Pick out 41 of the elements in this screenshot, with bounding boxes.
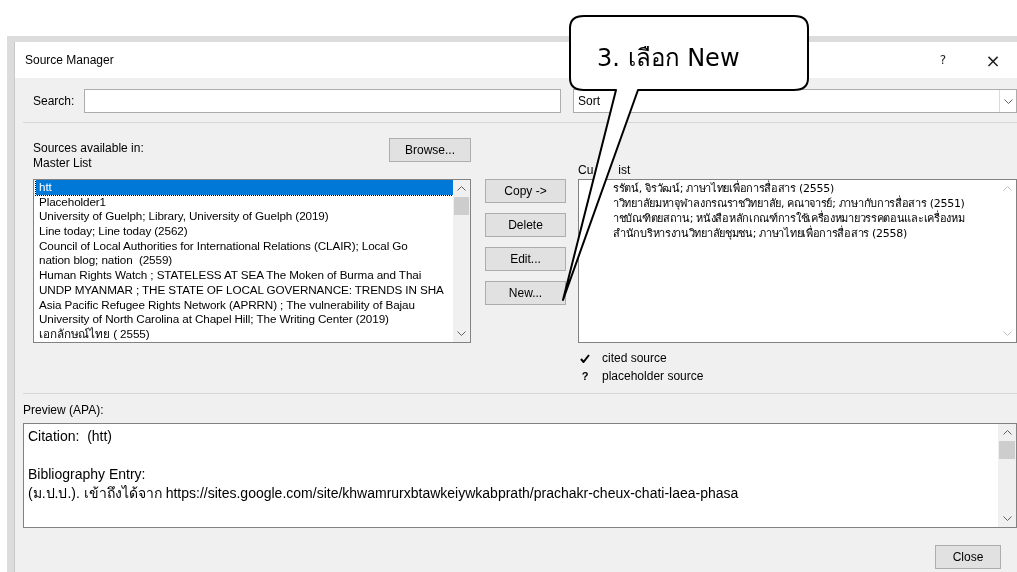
close-button[interactable]: × — [975, 46, 1011, 74]
check-icon — [580, 353, 590, 363]
search-label: Search: — [33, 94, 76, 108]
bibliography-heading: Bibliography Entry: — [28, 465, 147, 484]
callout-text: 3. เลือก New — [597, 43, 740, 74]
list-item[interactable]: Placeholder1 — [36, 194, 453, 210]
list-item[interactable]: เอกลักษณ์ไทย ( 2555) — [36, 326, 453, 342]
close-dialog-button[interactable]: Close — [935, 545, 1001, 569]
list-item[interactable]: Line today; Line today (2562) — [36, 224, 453, 239]
list-item[interactable]: Council of Local Authorities for International Relations (CLAIR); Local Go — [36, 238, 453, 254]
legend-label: placeholder source — [602, 369, 704, 383]
preview-label: Preview (APA): — [23, 403, 105, 417]
list-item[interactable]: Human Rights Watch ; STATELESS AT SEA The Moken of Burma and Thai — [36, 268, 453, 283]
list-item[interactable]: nation blog; nation (2559) — [36, 253, 453, 269]
window-title: Source Manager — [25, 53, 114, 67]
list-label: ist — [618, 163, 631, 177]
list-label: Cu — [578, 163, 594, 177]
bibliography-text: (ม.ป.ป.). เข้าถึงได้จาก https://sites.google.com/site/khwamrurxbtawkeiywkabprath/prachakr-cheux-chati-laea-phasa — [28, 484, 740, 503]
scroll-thumb[interactable] — [454, 197, 469, 215]
action-button[interactable]: Delete — [485, 213, 566, 237]
sources-label: Sources available in: — [33, 141, 144, 155]
help-button[interactable]: ? — [925, 46, 961, 74]
action-button[interactable]: Copy -> — [485, 179, 566, 203]
list-item[interactable]: UNDP MYANMAR ; THE STATE OF LOCAL GOVERNANCE: TRENDS IN SHA — [36, 282, 453, 298]
action-button[interactable]: New... — [485, 281, 566, 305]
list-item[interactable]: University of Guelph; Library, University of Guelph (2019) — [36, 209, 453, 225]
list-item[interactable]: สำนักบริหารงานวิทยาลัยชุมชน; ภาษาไทยเพื่อการสื่อสาร (2558) — [613, 227, 907, 242]
list-name-label: Master List — [33, 156, 93, 170]
citation-text: Citation: (htt) — [28, 427, 114, 446]
scroll-thumb[interactable] — [999, 441, 1015, 459]
list-item[interactable]: htt — [36, 180, 453, 195]
sort-dropdown[interactable]: Sort — [573, 89, 1017, 113]
search-field[interactable] — [84, 89, 561, 113]
legend-label: cited source — [602, 351, 667, 365]
list-item[interactable]: Asia Pacific Refugee Rights Network (APRRN) ; The vulnerability of Bajau — [36, 297, 453, 313]
action-button[interactable]: Edit... — [485, 247, 566, 271]
caret-icon — [1003, 98, 1013, 104]
browse-button[interactable]: Browse... — [389, 138, 471, 162]
question-mark-icon: ? — [580, 370, 590, 382]
list-item[interactable]: University of North Carolina at Chapel Hill; The Writing Center (2019) — [36, 312, 453, 327]
list-item[interactable]: รรัตน์, จิรวัฒน์; ภาษาไทยเพื่อการสื่อสาร (2555) — [613, 182, 834, 197]
